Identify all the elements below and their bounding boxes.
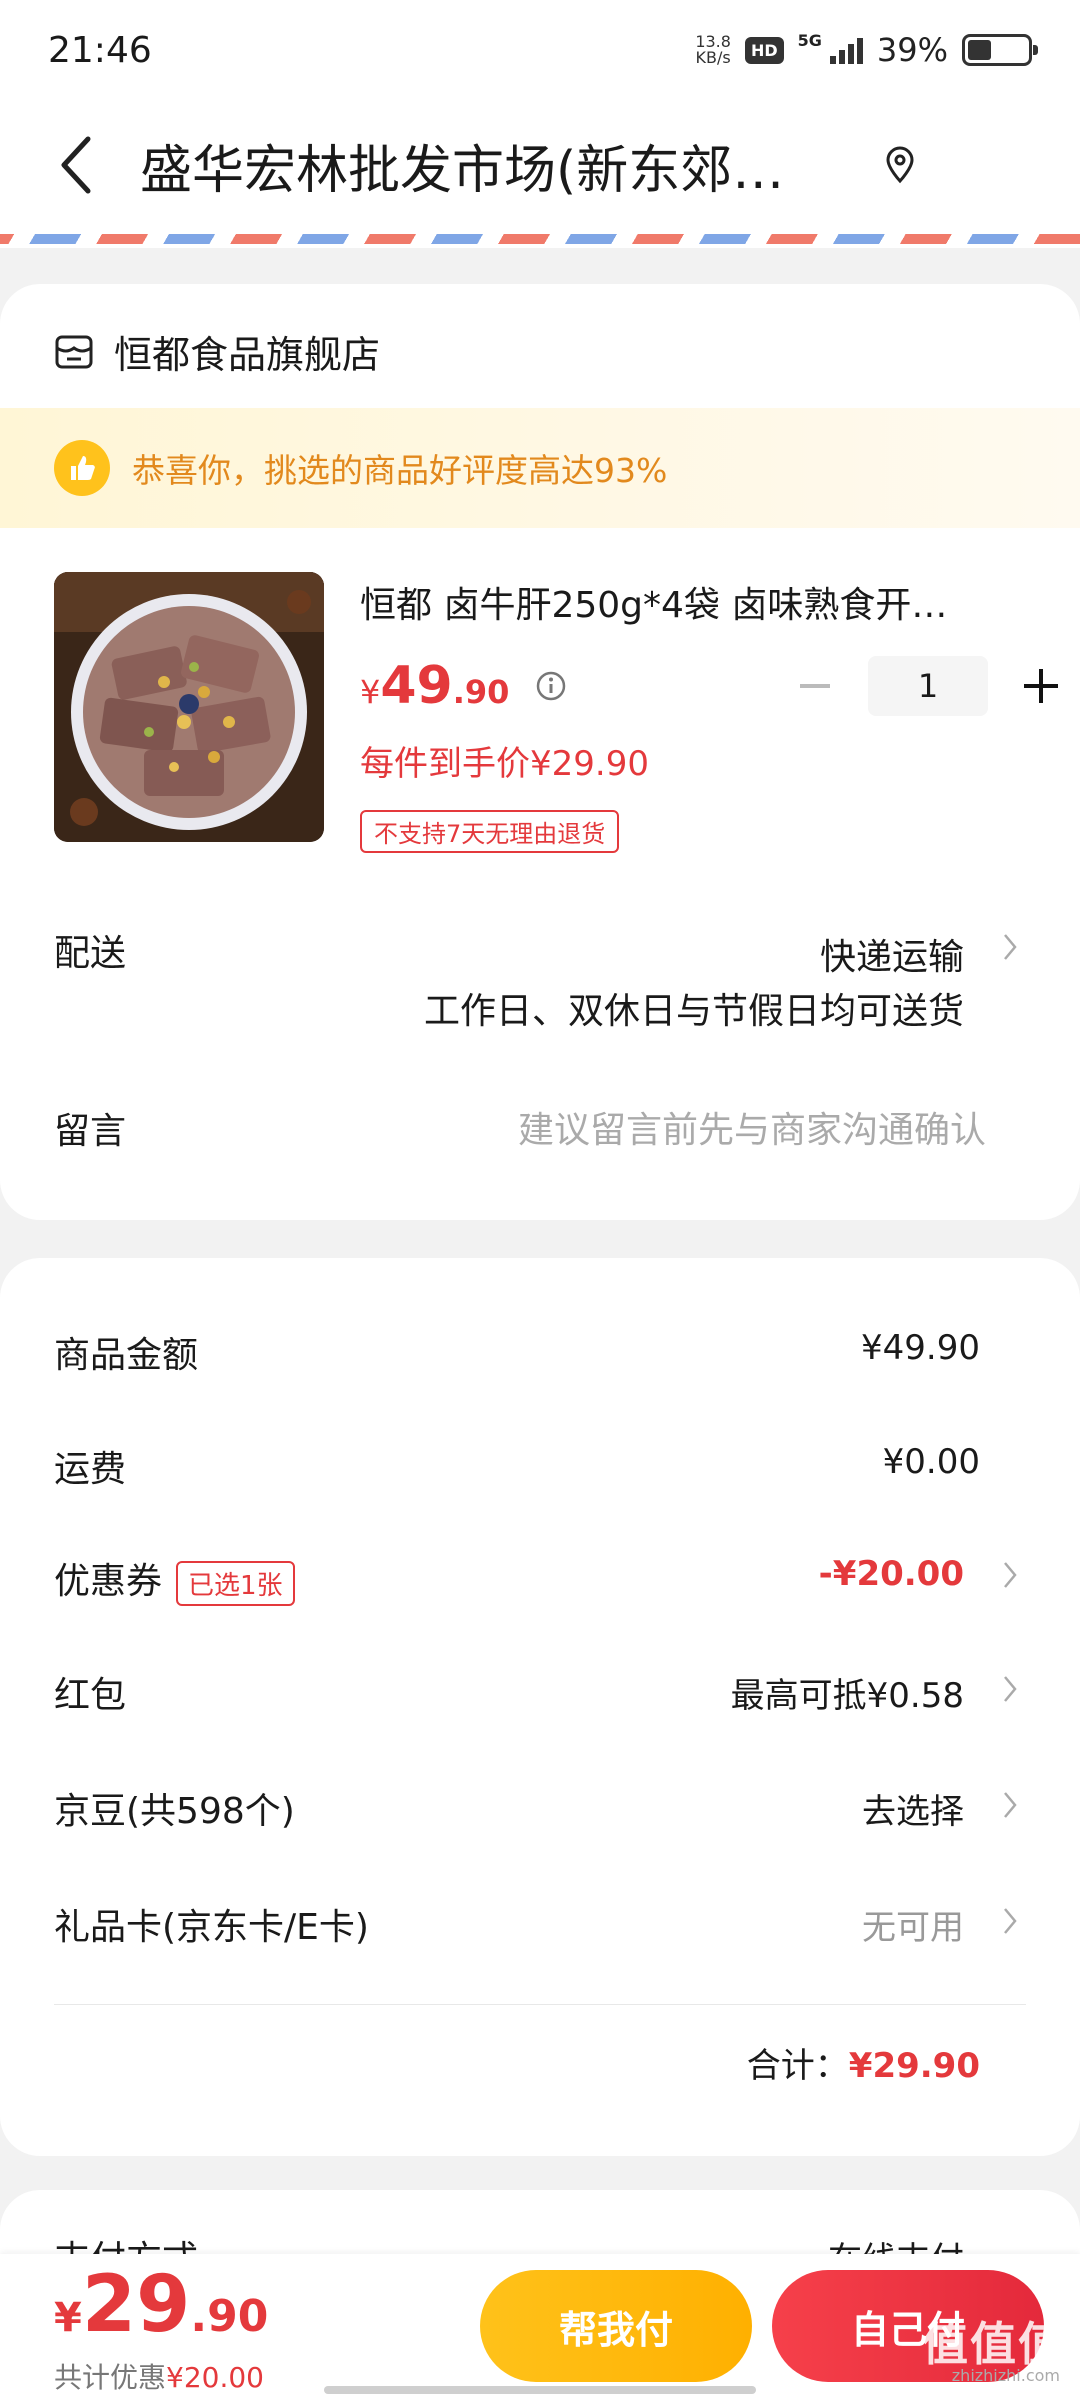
checkout-bar: ¥ 29 .90 共计优惠¥20.00 帮我付 自己付 值值值 zhizhizh… xyxy=(0,2254,1080,2400)
coupon-label: 优惠券 xyxy=(54,1561,163,1602)
product-image[interactable] xyxy=(54,572,324,842)
decrease-button[interactable] xyxy=(780,656,850,716)
plus-icon xyxy=(1024,669,1058,703)
hd-icon: HD xyxy=(744,36,784,64)
page-title: 盛华宏林批发市场(新东郊… xyxy=(140,140,785,201)
chevron-right-icon[interactable] xyxy=(1002,932,1018,962)
giftcard-value[interactable]: 无可用 xyxy=(862,1900,964,1949)
chevron-right-icon[interactable] xyxy=(1002,1674,1018,1704)
coupon-selected-tag: 已选1张 xyxy=(176,1560,295,1606)
shop-row[interactable]: 恒都食品旗舰店 xyxy=(54,324,380,379)
quantity-stepper: 1 xyxy=(780,656,1076,716)
shop-icon xyxy=(55,335,93,368)
notice-text: 恭喜你，挑选的商品好评度高达93% xyxy=(132,451,668,490)
jingdou-value[interactable]: 去选择 xyxy=(862,1784,964,1833)
envelope-stripe xyxy=(0,230,1080,248)
total-value: ¥29.90 xyxy=(848,2046,980,2086)
giftcard-label: 礼品卡(京东卡/E卡) xyxy=(54,1907,369,1948)
status-time: 21:46 xyxy=(48,29,152,71)
status-icons: 13.8 KB/s HD 5G 39% xyxy=(695,31,1038,69)
delivery-label: 配送 xyxy=(54,933,127,974)
battery-icon xyxy=(962,34,1038,66)
goods-amount-value: ¥49.90 xyxy=(861,1328,980,1368)
coupon-row[interactable]: 优惠券 已选1张 xyxy=(54,1552,295,1606)
order-card: 恒都食品旗舰店 恭喜你，挑选的商品好评度高达93% 恒都 卤牛肝250g*4袋 … xyxy=(0,284,1080,1220)
message-label: 留言 xyxy=(54,1111,127,1152)
message-input[interactable] xyxy=(366,1100,986,1160)
thumbs-up-icon xyxy=(54,440,110,496)
location-button[interactable] xyxy=(860,125,940,205)
total-discount: 共计优惠¥20.00 xyxy=(54,2361,264,2394)
shipping-value: ¥0.00 xyxy=(882,1442,980,1482)
return-policy-tag: 不支持7天无理由退货 xyxy=(360,810,620,853)
watermark-logo: 值值值 xyxy=(922,2317,1066,2371)
goods-amount-label: 商品金额 xyxy=(54,1335,199,1376)
net-speed: 13.8 KB/s xyxy=(695,32,731,67)
chevron-right-icon[interactable] xyxy=(1002,1790,1018,1820)
shipping-label: 运费 xyxy=(54,1449,127,1490)
battery-percent: 39% xyxy=(876,31,948,69)
info-icon[interactable] xyxy=(535,670,567,702)
unit-price: 每件到手价¥29.90 xyxy=(360,744,649,784)
watermark-url: zhizhizhi.com xyxy=(951,2366,1060,2385)
shop-name: 恒都食品旗舰店 xyxy=(114,333,381,377)
jingdou-label: 京豆(共598个) xyxy=(54,1791,295,1832)
increase-button[interactable] xyxy=(1006,656,1076,716)
checkout-total: ¥ 29 .90 xyxy=(54,2260,269,2350)
quantity-value[interactable]: 1 xyxy=(868,656,988,716)
back-button[interactable] xyxy=(40,120,110,210)
help-me-pay-button[interactable]: 帮我付 xyxy=(480,2270,752,2382)
signal-icon xyxy=(829,36,863,64)
page-header: 盛华宏林批发市场(新东郊… xyxy=(0,100,1080,230)
network-type: 5G xyxy=(797,31,822,50)
location-pin-icon xyxy=(886,146,914,184)
chevron-right-icon[interactable] xyxy=(1002,1560,1018,1590)
product-title[interactable]: 恒都 卤牛肝250g*4袋 卤味熟食开… xyxy=(360,576,1000,628)
delivery-method[interactable]: 快递运输 xyxy=(820,928,964,980)
delivery-schedule: 工作日、双休日与节假日均可送货 xyxy=(423,991,964,1032)
divider xyxy=(54,2004,1026,2005)
battery-level xyxy=(968,40,991,60)
total-label: 合计： xyxy=(746,2046,849,2086)
redpacket-label: 红包 xyxy=(54,1675,127,1716)
rating-notice: 恭喜你，挑选的商品好评度高达93% xyxy=(0,408,1080,528)
coupon-value[interactable]: -¥20.00 xyxy=(819,1554,964,1594)
chevron-right-icon[interactable] xyxy=(1002,1906,1018,1936)
product-price: ¥ 49 .90 xyxy=(360,656,567,716)
redpacket-value[interactable]: 最高可抵¥0.58 xyxy=(731,1668,964,1717)
minus-icon xyxy=(800,684,830,688)
chevron-left-icon xyxy=(61,136,91,194)
home-indicator[interactable] xyxy=(324,2386,756,2394)
order-total: 合计：¥29.90 xyxy=(747,2038,980,2087)
summary-card: 商品金额 ¥49.90 运费 ¥0.00 优惠券 已选1张 -¥20.00 红包 … xyxy=(0,1258,1080,2156)
status-bar: 21:46 13.8 KB/s HD 5G 39% xyxy=(0,0,1080,100)
